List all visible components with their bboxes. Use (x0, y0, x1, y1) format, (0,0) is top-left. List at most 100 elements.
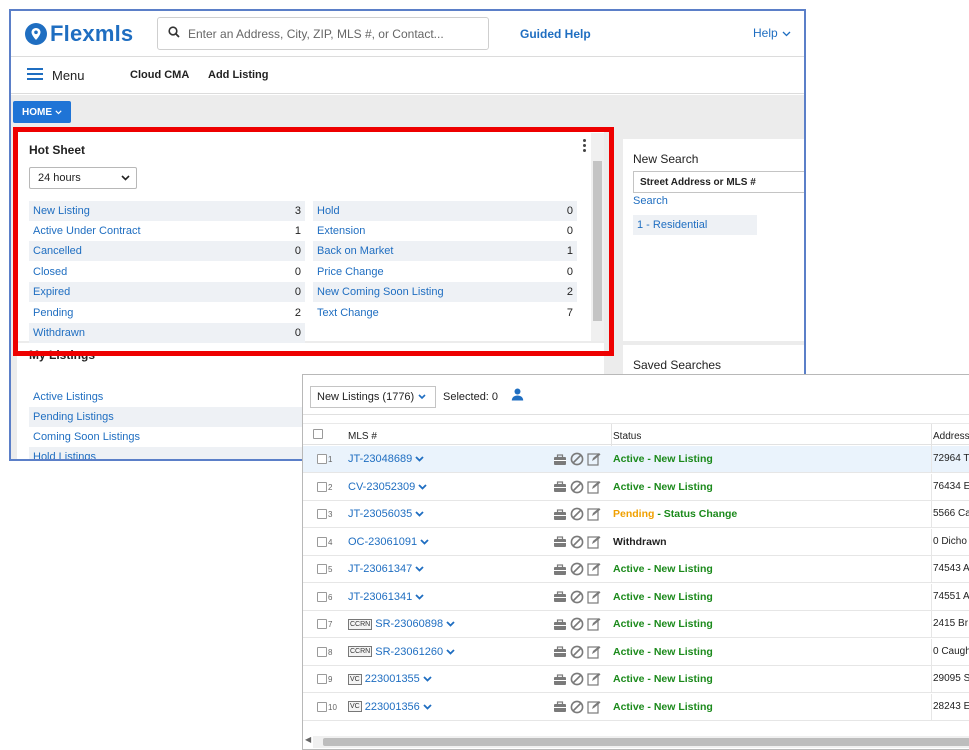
listing-address: 0 Caugh (933, 645, 969, 657)
status-main: Pending (613, 508, 655, 520)
select-all-checkbox[interactable] (313, 429, 323, 439)
table-row[interactable]: 2 CV-23052309 Active - New Listing 76434 E (303, 473, 969, 501)
mls-number-link[interactable]: VC 223001355 (348, 673, 432, 685)
row-checkbox[interactable] (317, 674, 327, 684)
new-search-panel: New Search Street Address or MLS # Searc… (623, 139, 804, 341)
listing-view-select[interactable]: New Listings (1776) (310, 386, 436, 408)
list-item-label: Hold Listings (33, 451, 96, 461)
edit-icon[interactable] (587, 535, 601, 554)
row-checkbox[interactable] (317, 536, 327, 547)
edit-icon[interactable] (587, 590, 601, 609)
mls-number-link[interactable]: JT-23061347 (348, 563, 424, 575)
table-row[interactable]: 7 CCRN SR-23060898 Active - New Listing 2415… (303, 611, 969, 638)
row-checkbox[interactable] (317, 509, 327, 519)
listings-window: New Listings (1776) Selected: 0 MLS # St… (302, 374, 969, 750)
my-listings-active[interactable]: Active Listings (29, 387, 319, 407)
mls-number-link[interactable]: CCRN SR-23061260 (348, 646, 455, 658)
row-checkbox[interactable] (317, 619, 327, 629)
property-type-residential[interactable]: 1 - Residential (633, 215, 757, 235)
block-icon[interactable] (570, 645, 584, 664)
table-row[interactable]: 10 VC 223001356 Active - New Listing 28243 E (303, 693, 969, 721)
scroll-left-icon[interactable]: ◀ (305, 735, 311, 744)
edit-icon[interactable] (587, 507, 601, 526)
home-dropdown-button[interactable]: HOME (13, 101, 71, 123)
table-row[interactable]: 1 JT-23048689 Active - New Listing 72964 T (303, 446, 969, 473)
edit-icon[interactable] (587, 672, 601, 691)
block-icon[interactable] (570, 480, 584, 499)
block-icon[interactable] (570, 672, 584, 691)
mls-number-link[interactable]: CCRN SR-23060898 (348, 618, 455, 630)
edit-icon[interactable] (587, 617, 601, 636)
briefcase-icon[interactable] (553, 673, 567, 691)
edit-icon[interactable] (587, 562, 601, 581)
guided-help-link[interactable]: Guided Help (520, 27, 591, 41)
block-icon[interactable] (570, 590, 584, 609)
briefcase-icon[interactable] (553, 590, 567, 608)
address-mls-input[interactable]: Street Address or MLS # (633, 171, 804, 193)
table-row[interactable]: 6 JT-23061341 Active - New Listing 74551 A (303, 583, 969, 611)
table-row[interactable]: 5 JT-23061347 Active - New Listing 74543 A (303, 556, 969, 583)
block-icon[interactable] (570, 562, 584, 581)
table-row[interactable]: 8 CCRN SR-23061260 Active - New Listing 0 Ca… (303, 638, 969, 666)
global-search-box[interactable] (157, 17, 489, 50)
row-checkbox[interactable] (317, 701, 327, 712)
row-number: 4 (328, 537, 333, 547)
briefcase-icon[interactable] (553, 453, 567, 471)
view-select-value: New Listings (1776) (317, 391, 415, 403)
edit-icon[interactable] (587, 480, 601, 499)
main-menu-button[interactable]: Menu (27, 68, 85, 83)
horizontal-scroll-thumb[interactable] (323, 738, 969, 746)
row-action-icons (553, 480, 601, 499)
column-header-status[interactable]: Status (613, 431, 641, 442)
edit-icon[interactable] (587, 452, 601, 471)
global-search-input[interactable] (188, 26, 478, 41)
row-checkbox[interactable] (317, 454, 327, 464)
my-listings-pending[interactable]: Pending Listings (29, 407, 319, 427)
menu-label: Menu (52, 68, 85, 83)
status-main: Active (613, 480, 645, 493)
block-icon[interactable] (570, 452, 584, 471)
mls-number-link[interactable]: JT-23061341 (348, 591, 424, 603)
edit-icon[interactable] (587, 700, 601, 719)
status-main: Active (613, 590, 645, 603)
table-row[interactable]: 3 JT-23056035 Pending - Status Change 5566 … (303, 501, 969, 528)
block-icon[interactable] (570, 507, 584, 526)
listing-badge: CCRN (348, 618, 373, 630)
briefcase-icon[interactable] (553, 508, 567, 526)
block-icon[interactable] (570, 535, 584, 554)
briefcase-icon[interactable] (553, 535, 567, 553)
table-row[interactable]: 9 VC 223001355 Active - New Listing 29095 S (303, 666, 969, 693)
mls-number-link[interactable]: CV-23052309 (348, 481, 427, 493)
mls-number-link[interactable]: VC 223001356 (348, 701, 432, 713)
list-item-label: Pending Listings (33, 411, 114, 423)
search-link[interactable]: Search (633, 195, 668, 207)
briefcase-icon[interactable] (553, 645, 567, 663)
row-checkbox[interactable] (317, 564, 327, 574)
cloud-cma-link[interactable]: Cloud CMA (130, 69, 189, 81)
column-divider (931, 501, 932, 528)
row-checkbox[interactable] (317, 646, 327, 657)
block-icon[interactable] (570, 617, 584, 636)
row-checkbox[interactable] (317, 591, 327, 602)
add-listing-link[interactable]: Add Listing (208, 69, 269, 81)
table-row[interactable]: 4 OC-23061091 Withdrawn 0 Dicho (303, 528, 969, 556)
mls-number: CV-23052309 (348, 480, 416, 493)
mls-number-link[interactable]: JT-23048689 (348, 453, 424, 465)
mls-number-link[interactable]: OC-23061091 (348, 536, 429, 548)
briefcase-icon[interactable] (553, 563, 567, 581)
block-icon[interactable] (570, 700, 584, 719)
my-listings-coming-soon[interactable]: Coming Soon Listings (29, 427, 319, 447)
edit-icon[interactable] (587, 645, 601, 664)
mls-number-link[interactable]: JT-23056035 (348, 508, 424, 520)
briefcase-icon[interactable] (553, 700, 567, 718)
column-header-address[interactable]: Address (933, 431, 969, 442)
row-checkbox[interactable] (317, 481, 327, 492)
user-icon[interactable] (511, 388, 524, 406)
briefcase-icon[interactable] (553, 480, 567, 498)
chevron-down-icon (55, 107, 62, 118)
briefcase-icon[interactable] (553, 618, 567, 636)
my-listings-hold[interactable]: Hold Listings (29, 447, 319, 461)
help-menu[interactable]: Help (753, 26, 791, 40)
flexmls-logo[interactable]: Flexmls (25, 20, 133, 48)
column-header-mls[interactable]: MLS # (348, 431, 377, 442)
